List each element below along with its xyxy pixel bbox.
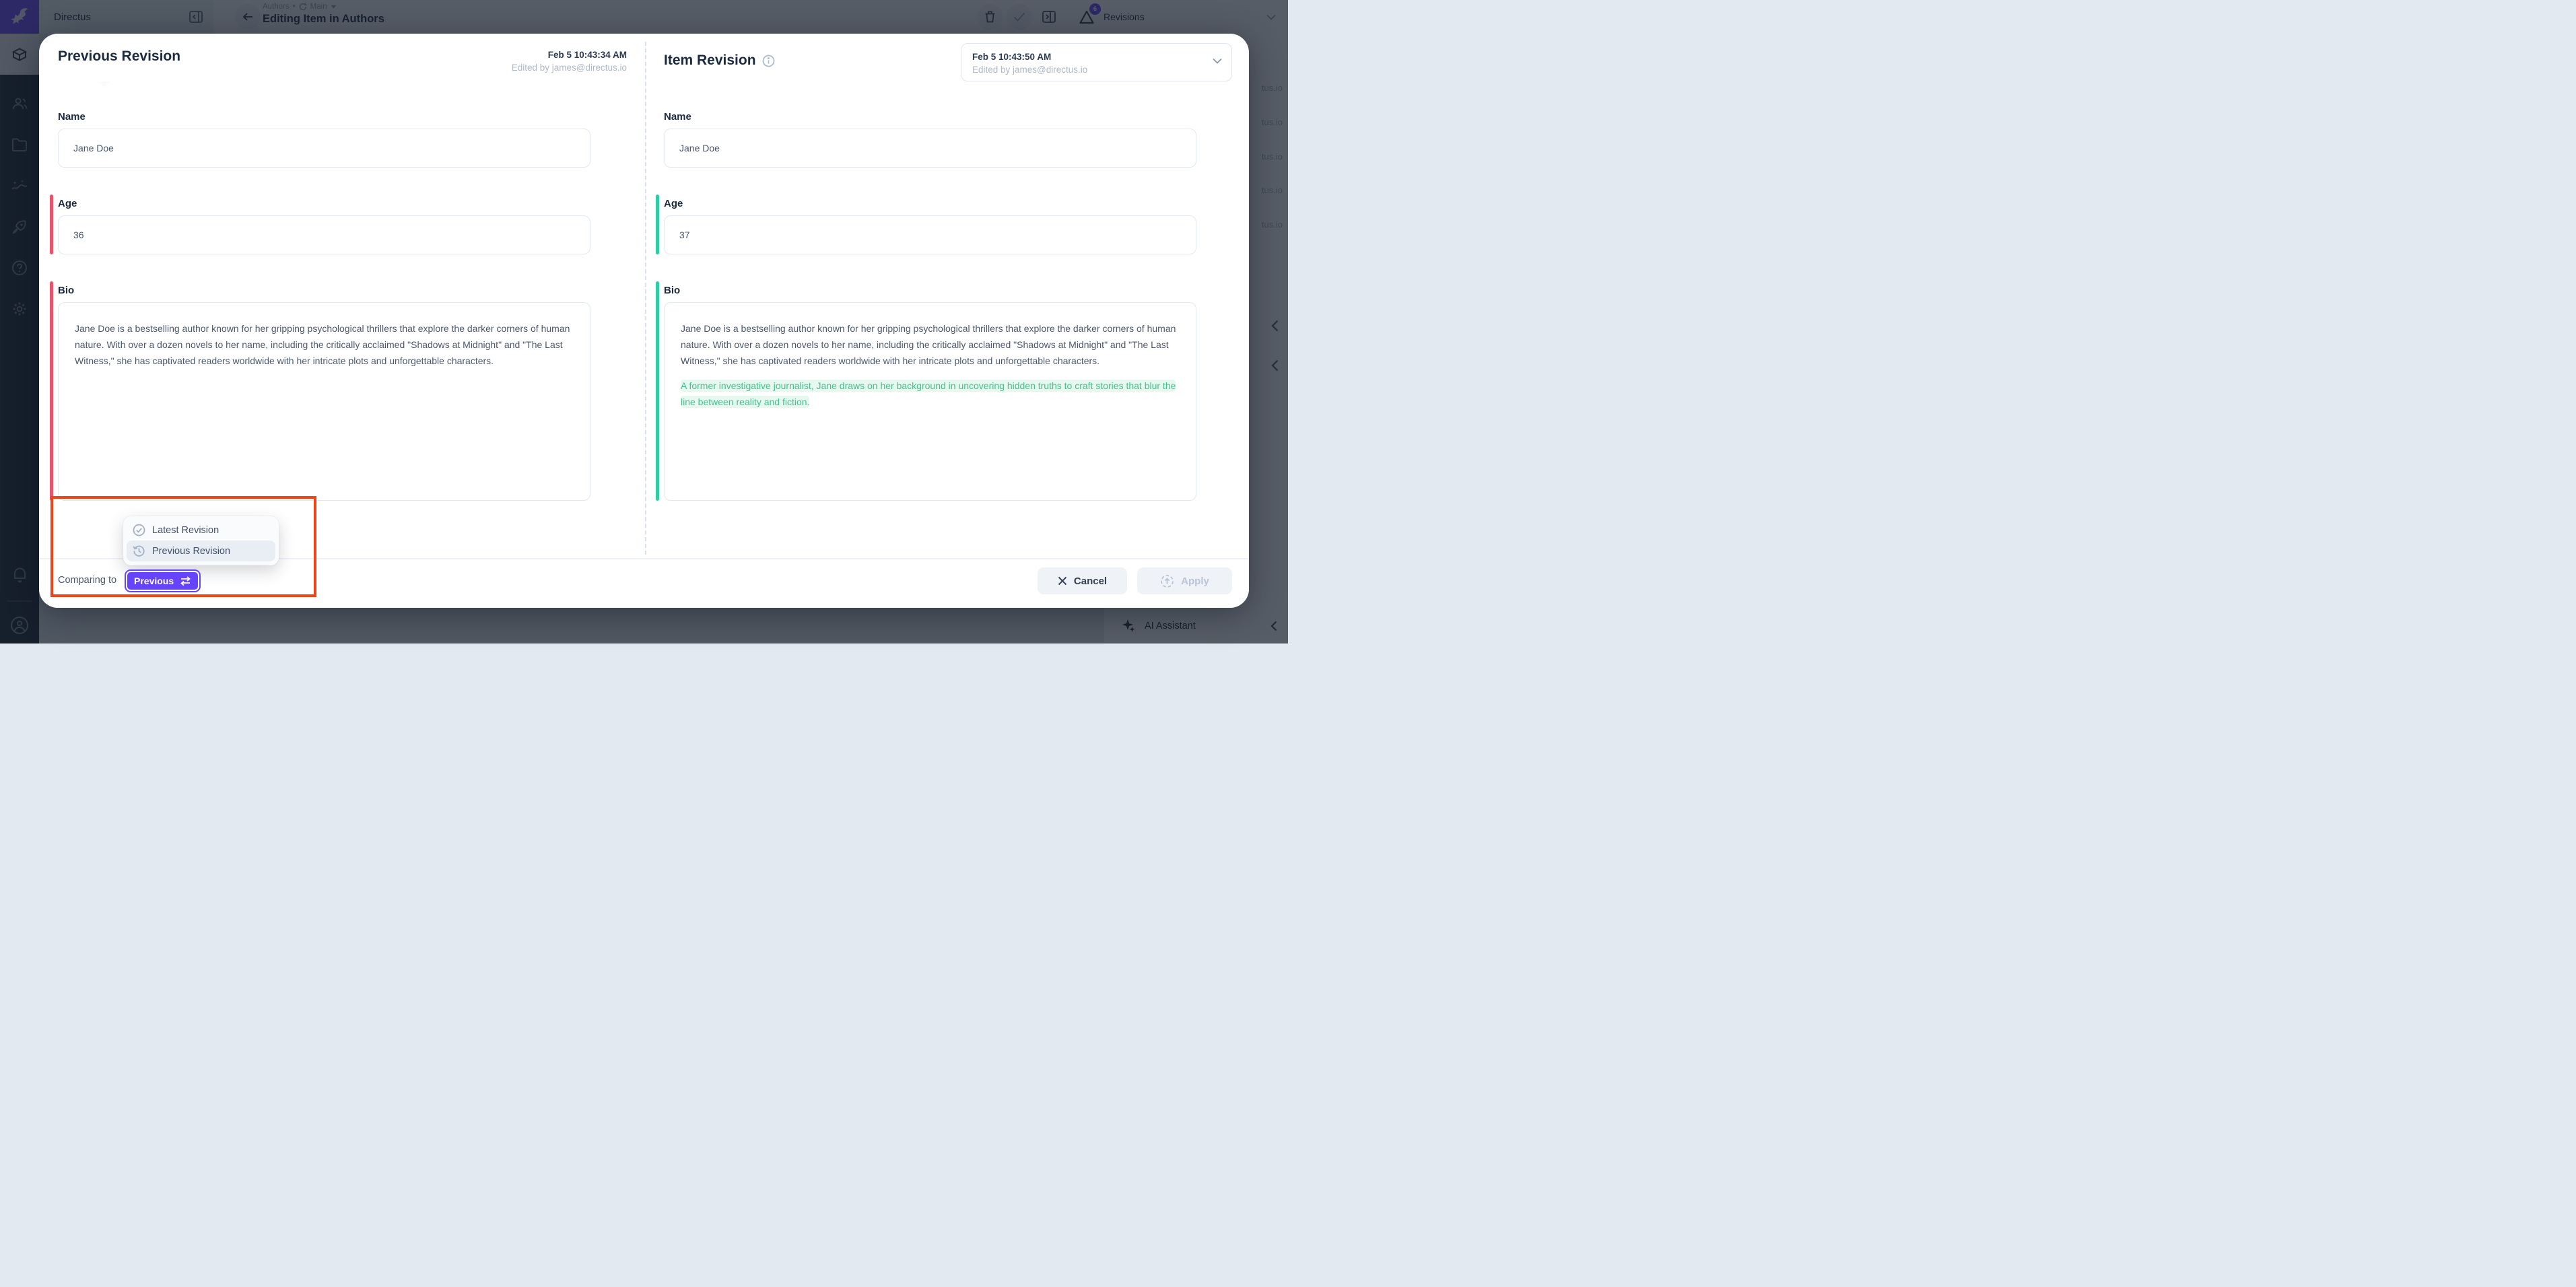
- field-bio-previous: Bio Jane Doe is a bestselling author kno…: [58, 285, 590, 501]
- previous-revision-title: Previous Revision: [58, 48, 180, 74]
- cancel-button[interactable]: Cancel: [1038, 567, 1127, 594]
- bio-textarea[interactable]: Jane Doe is a bestselling author known f…: [58, 302, 590, 501]
- apply-button[interactable]: Apply: [1137, 567, 1232, 594]
- field-name-current: Name Jane Doe: [664, 111, 1196, 168]
- diff-added-indicator: [656, 281, 659, 501]
- field-bio-current: Bio Jane Doe is a bestselling author kno…: [664, 285, 1196, 501]
- apply-button-label: Apply: [1181, 576, 1209, 587]
- bio-value: Jane Doe is a bestselling author known f…: [75, 320, 574, 369]
- chevron-down-icon: [1213, 58, 1222, 64]
- field-label: Name: [58, 111, 590, 123]
- selected-revision-edited-by: Edited by james@directus.io: [972, 63, 1221, 76]
- bio-textarea[interactable]: Jane Doe is a bestselling author known f…: [664, 302, 1196, 501]
- bio-added-text: A former investigative journalist, Jane …: [681, 380, 1176, 408]
- field-label: Bio: [664, 285, 1196, 296]
- diff-removed-indicator: [50, 281, 53, 501]
- age-value: 37: [679, 230, 690, 240]
- column-divider: [645, 42, 646, 555]
- annotation-highlight-box: [50, 496, 316, 597]
- field-label: Age: [58, 198, 590, 209]
- publish-icon: [1160, 574, 1174, 588]
- diff-added-indicator: [656, 195, 659, 254]
- field-label: Age: [664, 198, 1196, 209]
- menu-caret: [98, 81, 110, 88]
- name-input[interactable]: Jane Doe: [58, 129, 590, 168]
- name-value: Jane Doe: [73, 143, 114, 153]
- previous-revision-edited-by: Edited by james@directus.io: [512, 61, 627, 74]
- field-label: Bio: [58, 285, 590, 296]
- selected-revision-timestamp: Feb 5 10:43:50 AM: [972, 50, 1221, 63]
- diff-removed-indicator: [50, 195, 53, 254]
- field-age-current: Age 37: [664, 198, 1196, 254]
- field-name-previous: Name Jane Doe: [58, 111, 590, 168]
- close-icon: [1058, 576, 1067, 586]
- previous-revision-timestamp: Feb 5 10:43:34 AM: [512, 48, 627, 61]
- bio-value: Jane Doe is a bestselling author known f…: [681, 320, 1180, 369]
- field-label: Name: [664, 111, 1196, 123]
- item-revision-title: Item Revision: [664, 53, 756, 69]
- age-input[interactable]: 36: [58, 215, 590, 254]
- name-value: Jane Doe: [679, 143, 720, 153]
- revision-select-dropdown[interactable]: Feb 5 10:43:50 AM Edited by james@direct…: [961, 43, 1232, 81]
- info-icon[interactable]: [762, 55, 775, 67]
- cancel-button-label: Cancel: [1074, 576, 1107, 587]
- age-value: 36: [73, 230, 84, 240]
- age-input[interactable]: 37: [664, 215, 1196, 254]
- field-age-previous: Age 36: [58, 198, 590, 254]
- name-input[interactable]: Jane Doe: [664, 129, 1196, 168]
